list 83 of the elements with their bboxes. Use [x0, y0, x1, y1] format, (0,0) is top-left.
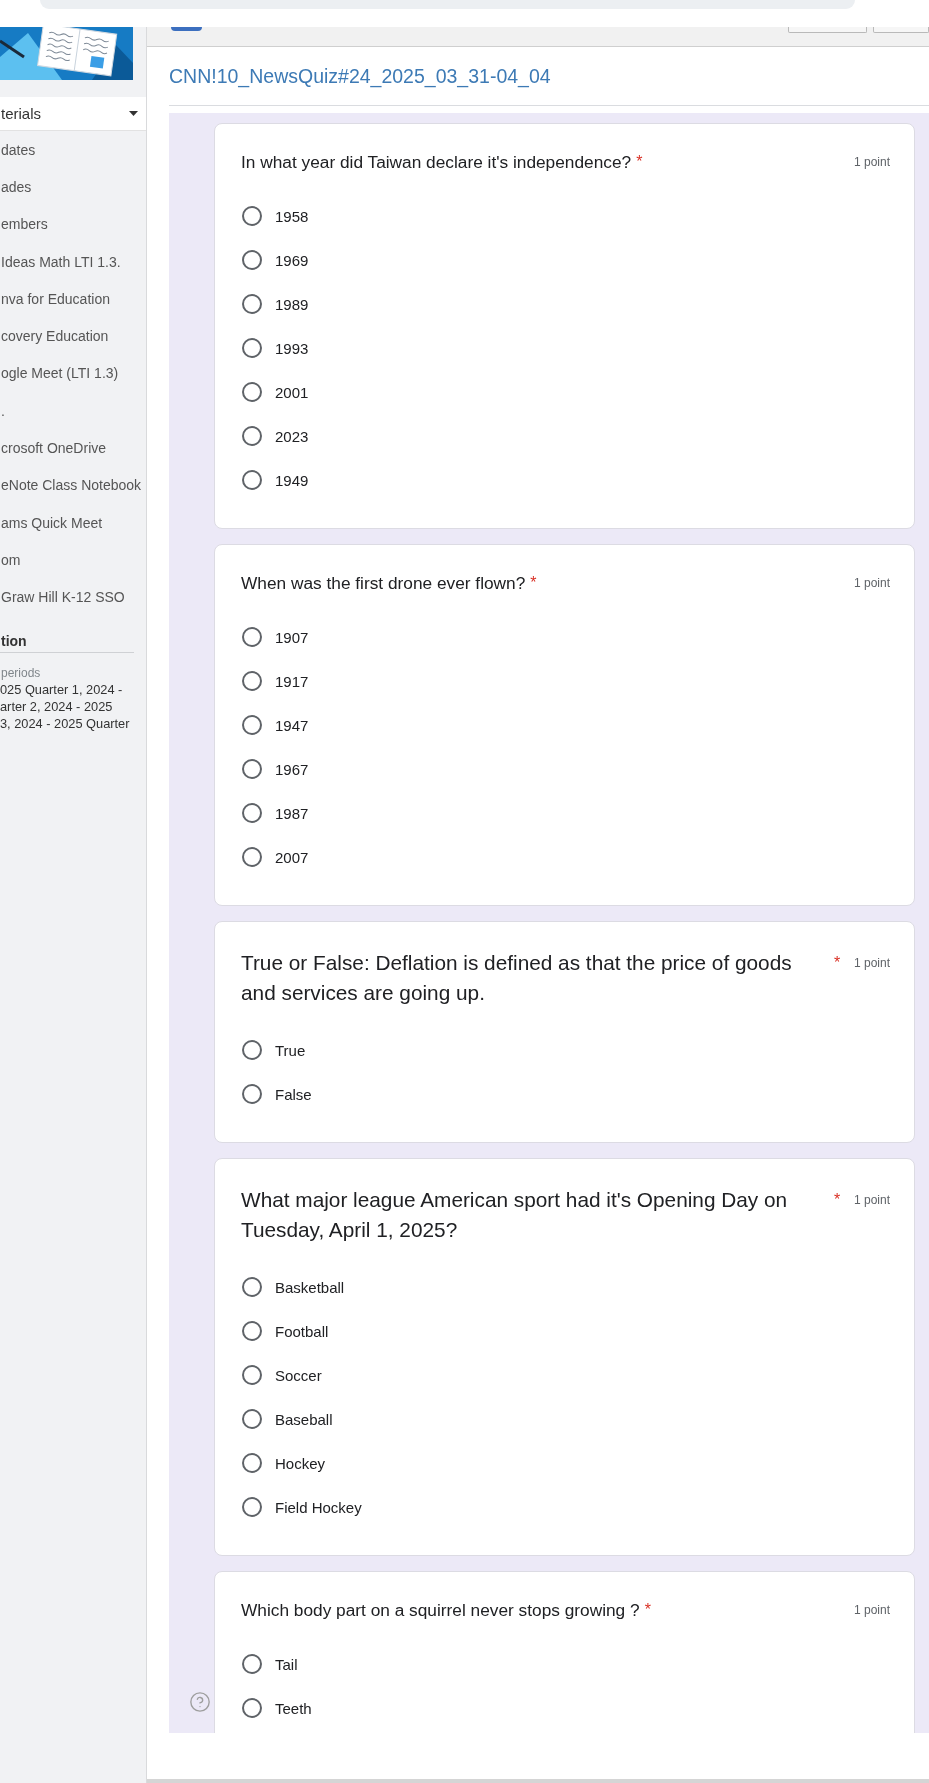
- radio-button[interactable]: [242, 803, 262, 823]
- section-heading: tion: [0, 631, 27, 651]
- option-label: Teeth: [275, 1699, 312, 1717]
- option-label: 1989: [275, 295, 309, 313]
- sidebar-item[interactable]: embers: [0, 205, 48, 243]
- sidebar-item[interactable]: .: [0, 392, 5, 430]
- sidebar-item[interactable]: covery Education: [0, 317, 109, 355]
- caret-icon: [129, 111, 138, 116]
- quiz-title: CNN!10_NewsQuiz#24_2025_03_31-04_04: [169, 64, 551, 88]
- option-label: 1987: [275, 804, 309, 822]
- required-mark: *: [530, 573, 537, 593]
- option-label: 1969: [275, 251, 309, 269]
- points-label: 1 point: [852, 575, 890, 592]
- points-label: 1 point: [852, 1602, 890, 1619]
- radio-button[interactable]: [242, 847, 262, 867]
- required-mark: *: [636, 152, 643, 172]
- option-label: 1993: [275, 339, 309, 357]
- question-text: In what year did Taiwan declare it's independence?: [241, 151, 632, 174]
- option-label: Basketball: [275, 1278, 345, 1296]
- radio-button[interactable]: [242, 1698, 262, 1718]
- sidebar-item[interactable]: Ideas Math LTI 1.3.: [0, 242, 121, 281]
- question-text: True or False: Deflation is defined as that the price of goods and services are going up.: [241, 950, 793, 1006]
- section-dropdown[interactable]: terials: [0, 97, 146, 131]
- required-mark: *: [644, 1600, 651, 1620]
- sidebar-item[interactable]: eNote Class Notebook: [0, 466, 142, 504]
- radio-button[interactable]: [242, 1409, 262, 1429]
- radio-button[interactable]: [242, 759, 262, 779]
- period-text: arter 2, 2024 - 2025: [0, 697, 113, 715]
- sidebar-item[interactable]: Graw Hill K-12 SSO: [0, 578, 125, 616]
- radio-button[interactable]: [242, 1365, 262, 1385]
- option-label: 2023: [275, 427, 309, 445]
- radio-button[interactable]: [242, 1497, 262, 1517]
- option-label: 1947: [275, 716, 309, 734]
- option-label: Field Hockey: [275, 1498, 362, 1516]
- sidebar-item[interactable]: dates: [0, 131, 36, 169]
- radio-button[interactable]: [242, 382, 262, 402]
- sidebar-item[interactable]: crosoft OneDrive: [0, 429, 107, 467]
- periods-label: periods: [0, 664, 41, 681]
- radio-button[interactable]: [242, 294, 262, 314]
- radio-button[interactable]: [242, 715, 262, 735]
- radio-button[interactable]: [242, 206, 262, 226]
- radio-button[interactable]: [242, 1040, 262, 1060]
- option-label: Tail: [275, 1655, 298, 1673]
- question-text: Which body part on a squirrel never stops growing ?: [241, 1599, 640, 1622]
- radio-button[interactable]: [242, 671, 262, 691]
- option-label: Football: [275, 1322, 329, 1340]
- option-label: 1949: [275, 471, 309, 489]
- points-label: 1 point: [852, 1192, 890, 1209]
- option-label: 1958: [275, 207, 309, 225]
- radio-button[interactable]: [242, 1654, 262, 1674]
- option-label: Baseball: [275, 1410, 333, 1428]
- option-label: 2007: [275, 848, 309, 866]
- required-mark: *: [834, 953, 841, 973]
- option-label: 1917: [275, 672, 309, 690]
- sidebar-item[interactable]: nva for Education: [0, 280, 110, 318]
- radio-button[interactable]: [242, 1453, 262, 1473]
- option-label: 1967: [275, 760, 309, 778]
- period-text: 025 Quarter 1, 2024 -: [0, 680, 123, 698]
- option-label: 2001: [275, 383, 309, 401]
- radio-button[interactable]: [242, 1321, 262, 1341]
- radio-button[interactable]: [242, 1277, 262, 1297]
- radio-button[interactable]: [242, 470, 262, 490]
- sidebar-item[interactable]: ades: [0, 168, 32, 206]
- option-label: 1907: [275, 628, 309, 646]
- points-label: 1 point: [852, 154, 890, 171]
- required-mark: *: [834, 1190, 841, 1210]
- option-label: True: [275, 1041, 306, 1059]
- points-label: 1 point: [852, 955, 890, 972]
- period-text: 3, 2024 - 2025 Quarter: [0, 714, 130, 732]
- question-text: When was the first drone ever flown?: [241, 572, 526, 595]
- option-label: Hockey: [275, 1454, 326, 1472]
- radio-button[interactable]: [242, 627, 262, 647]
- sidebar-item[interactable]: ogle Meet (LTI 1.3): [0, 354, 119, 393]
- option-label: False: [275, 1085, 312, 1103]
- radio-button[interactable]: [242, 250, 262, 270]
- radio-button[interactable]: [242, 338, 262, 358]
- toolbar-icon[interactable]: [171, 27, 202, 31]
- question-text: What major league American sport had it's Opening Day on Tuesday, April 1, 2025?: [241, 1187, 789, 1243]
- sidebar-item[interactable]: ams Quick Meet: [0, 503, 103, 542]
- radio-button[interactable]: [242, 1084, 262, 1104]
- radio-button[interactable]: [242, 426, 262, 446]
- sidebar-item[interactable]: om: [0, 541, 21, 579]
- option-label: Soccer: [275, 1366, 322, 1384]
